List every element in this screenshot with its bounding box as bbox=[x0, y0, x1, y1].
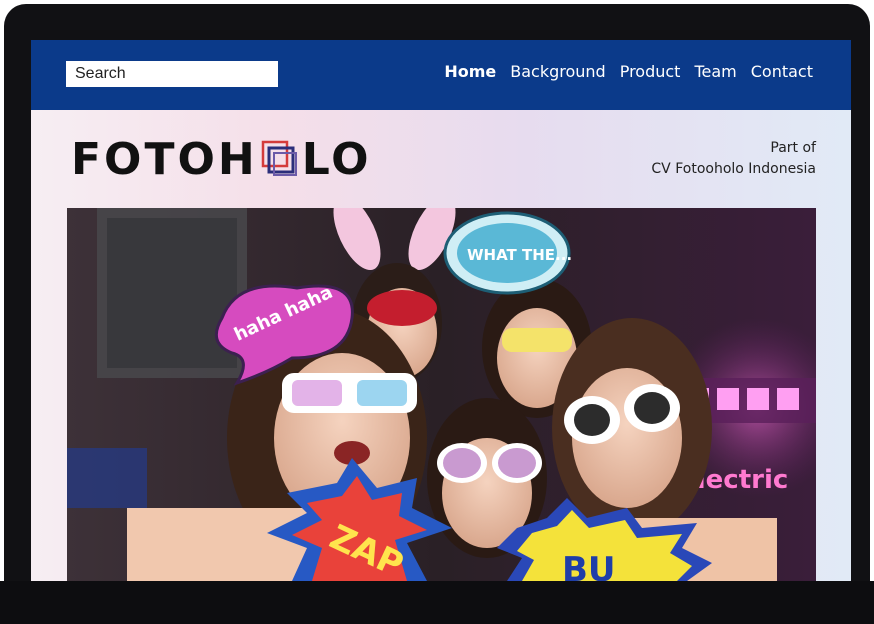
hero-photo: Electric haha haha WHAT THE... ZAP BU bbox=[67, 208, 816, 581]
main-nav: Home Background Product Team Contact bbox=[444, 62, 813, 81]
bubble-what-text: WHAT THE... bbox=[467, 246, 572, 264]
site-logo[interactable]: FOTOH LO bbox=[71, 133, 372, 185]
photobooth-image: Electric haha haha WHAT THE... ZAP BU bbox=[67, 208, 816, 581]
nav-team-link[interactable]: Team bbox=[694, 62, 736, 81]
affiliation-line-2: CV Fotooholo Indonesia bbox=[651, 161, 816, 177]
burst-bu-text: BU bbox=[562, 550, 616, 581]
laptop-base bbox=[0, 581, 874, 624]
what-the-speech-bubble: WHAT THE... bbox=[443, 211, 572, 295]
nav-home-link[interactable]: Home bbox=[444, 62, 496, 81]
logo-text-left: FOTOH bbox=[71, 133, 258, 185]
hero-section: FOTOH LO Part of CV Fotooholo Indonesia bbox=[31, 110, 851, 581]
top-nav-bar: Home Background Product Team Contact bbox=[31, 40, 851, 110]
logo-squares-icon bbox=[261, 140, 297, 176]
nav-product-link[interactable]: Product bbox=[620, 62, 681, 81]
company-affiliation: Part of CV Fotooholo Indonesia bbox=[651, 138, 816, 180]
nav-background-link[interactable]: Background bbox=[510, 62, 605, 81]
affiliation-line-1: Part of bbox=[770, 140, 816, 156]
nav-contact-link[interactable]: Contact bbox=[751, 62, 813, 81]
search-input[interactable] bbox=[66, 61, 278, 87]
logo-text-right: LO bbox=[301, 133, 372, 185]
browser-screen: Home Background Product Team Contact FOT… bbox=[31, 40, 851, 581]
